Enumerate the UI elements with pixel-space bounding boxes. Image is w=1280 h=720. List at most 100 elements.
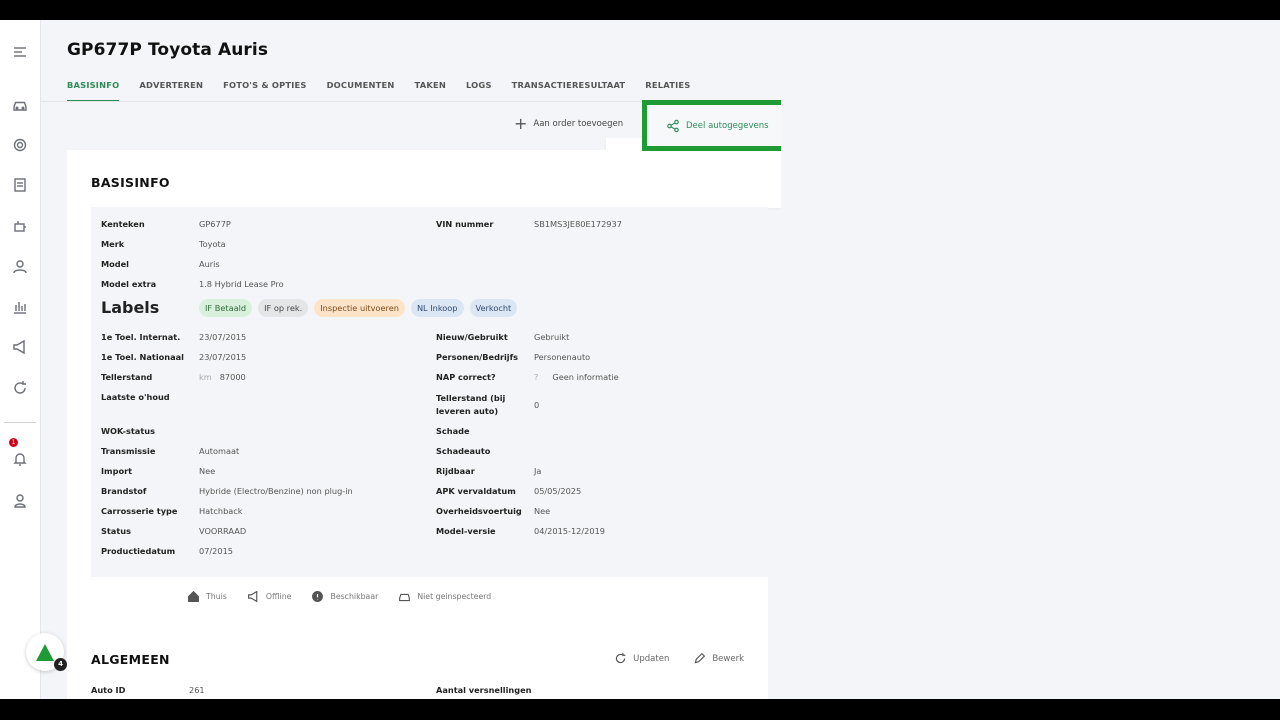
section-title-basisinfo: BASISINFO	[91, 175, 170, 190]
label-chip[interactable]: Inspectie uitvoeren	[314, 298, 405, 317]
field-label: Auto ID	[91, 685, 126, 695]
right-panel	[781, 20, 1280, 699]
car-icon	[399, 593, 411, 602]
field-label: Tellerstand (bij leveren auto)	[436, 393, 506, 416]
label-chip[interactable]: NL Inkoop	[410, 298, 464, 317]
bell-icon[interactable]	[11, 450, 29, 468]
field-value: 23/07/2015	[199, 332, 247, 342]
account-icon[interactable]	[11, 492, 29, 510]
field-label: WOK-status	[101, 426, 155, 436]
field-label: Model extra	[101, 279, 157, 289]
update-label: Updaten	[633, 653, 670, 664]
engine-icon[interactable]	[11, 217, 29, 235]
field-value: 23/07/2015	[199, 352, 247, 362]
field-carrosserie: Carrosserie type Hatchback	[101, 506, 243, 516]
field-tellerstand-levering: Tellerstand (bij leveren auto) 0	[436, 392, 539, 418]
share-car-data-button[interactable]: Deel autogegevens	[642, 100, 795, 151]
tab-documenten[interactable]: DOCUMENTEN	[327, 80, 395, 101]
field-label: Model-versie	[436, 526, 496, 536]
status-label: Thuis	[206, 592, 227, 601]
tab-taken[interactable]: TAKEN	[415, 80, 446, 101]
field-label: Schade	[436, 426, 470, 436]
info-icon	[312, 591, 324, 602]
field-value: 0	[534, 400, 540, 410]
field-value: 07/2015	[199, 546, 234, 556]
field-value: Hatchback	[199, 506, 243, 516]
tab-bar: BASISINFO ADVERTEREN FOTO'S & OPTIES DOC…	[67, 80, 690, 101]
car-icon[interactable]	[11, 96, 29, 114]
page-title: GP677P Toyota Auris	[67, 40, 269, 60]
field-label: Personen/Bedrijfs	[436, 352, 519, 362]
label-chip[interactable]: IF Betaald	[199, 298, 253, 317]
field-label: 1e Toel. Internat.	[101, 332, 181, 342]
field-value: 87000	[219, 372, 246, 382]
share-label: Deel autogegevens	[686, 120, 769, 131]
question-icon: ?	[534, 372, 539, 382]
tab-adverteren[interactable]: ADVERTEREN	[139, 80, 203, 101]
field-toel-internat: 1e Toel. Internat. 23/07/2015	[101, 332, 246, 342]
menu-icon[interactable]	[11, 43, 29, 61]
label-chip[interactable]: IF op rek.	[258, 298, 309, 317]
field-label: Model	[101, 259, 129, 269]
tab-fotos-opties[interactable]: FOTO'S & OPTIES	[223, 80, 307, 101]
field-value: Gebruikt	[534, 332, 570, 342]
refresh-icon[interactable]	[11, 379, 29, 397]
field-label: APK vervaldatum	[436, 486, 516, 496]
status-label: Offline	[265, 592, 292, 601]
field-model-versie: Model-versie 04/2015-12/2019	[436, 526, 605, 536]
basisinfo-grid: Kenteken GP677P Merk Toyota Model Auris …	[91, 207, 768, 577]
add-to-order-button[interactable]: + Aan order toevoegen	[514, 116, 623, 132]
field-label: Merk	[101, 239, 125, 249]
sidebar-divider	[4, 422, 36, 423]
app-window: 1 GP677P Toyota Auris BASISINFO ADVERTER…	[0, 20, 1280, 699]
field-label: Carrosserie type	[101, 506, 178, 516]
field-productiedatum: Productiedatum 07/2015	[101, 546, 233, 556]
labels-row: Labels IF Betaald IF op rek. Inspectie u…	[101, 298, 518, 317]
field-merk: Merk Toyota	[101, 239, 226, 249]
field-value: Automaat	[199, 446, 240, 456]
field-label: Labels	[101, 298, 160, 317]
tab-transactieresultaat[interactable]: TRANSACTIERESULTAAT	[512, 80, 626, 101]
edit-label: Bewerk	[712, 653, 744, 664]
field-value: Geen informatie	[552, 372, 619, 382]
field-value: Nee	[534, 506, 551, 516]
tab-logs[interactable]: LOGS	[466, 80, 492, 101]
field-label: VIN nummer	[436, 219, 494, 229]
status-label: Niet geinspecteerd	[417, 592, 492, 601]
tab-basisinfo[interactable]: BASISINFO	[67, 80, 120, 101]
document-icon[interactable]	[11, 176, 29, 194]
status-label: Beschikbaar	[330, 592, 379, 601]
field-brandstof: Brandstof Hybride (Electro/Benzine) non …	[101, 486, 353, 496]
tab-relaties[interactable]: RELATIES	[645, 80, 690, 101]
label-chip[interactable]: Verkocht	[469, 298, 518, 317]
field-personen-bedrijfs: Personen/Bedrijfs Personenauto	[436, 352, 590, 362]
field-value: Auris	[199, 259, 220, 269]
field-value: Toyota	[199, 239, 226, 249]
field-label: NAP correct?	[436, 372, 496, 382]
status-inspectie: Niet geinspecteerd	[398, 590, 491, 603]
field-label: Nieuw/Gebruikt	[436, 332, 508, 342]
field-label: Aantal versnellingen	[436, 685, 532, 695]
field-label: Productiedatum	[101, 546, 176, 556]
megaphone-icon[interactable]	[11, 338, 29, 356]
field-rijdbaar: Rijdbaar Ja	[436, 466, 541, 476]
update-button[interactable]: Updaten	[614, 652, 669, 665]
user-icon[interactable]	[11, 258, 29, 276]
gear-icon[interactable]	[11, 136, 29, 154]
field-model: Model Auris	[101, 259, 220, 269]
field-value: Nee	[199, 466, 216, 476]
field-versnellingen: Aantal versnellingen	[436, 685, 531, 695]
field-schade: Schade	[436, 426, 534, 436]
field-model-extra: Model extra 1.8 Hybrid Lease Pro	[101, 279, 284, 289]
notification-badge: 1	[9, 438, 18, 447]
basisinfo-card: BASISINFO Kenteken GP677P Merk Toyota Mo…	[67, 150, 768, 699]
field-vin: VIN nummer SB1MS3JE80E172937	[436, 219, 622, 229]
field-value: 04/2015-12/2019	[534, 526, 605, 536]
field-value: GP677P	[199, 219, 231, 229]
main-content: GP677P Toyota Auris BASISINFO ADVERTEREN…	[41, 20, 1280, 699]
field-label: Schadeauto	[436, 446, 491, 456]
edit-button[interactable]: Bewerk	[693, 652, 744, 665]
field-toel-nationaal: 1e Toel. Nationaal 23/07/2015	[101, 352, 246, 362]
section-title-algemeen: ALGEMEEN	[91, 652, 170, 667]
bar-chart-icon[interactable]	[11, 298, 29, 316]
